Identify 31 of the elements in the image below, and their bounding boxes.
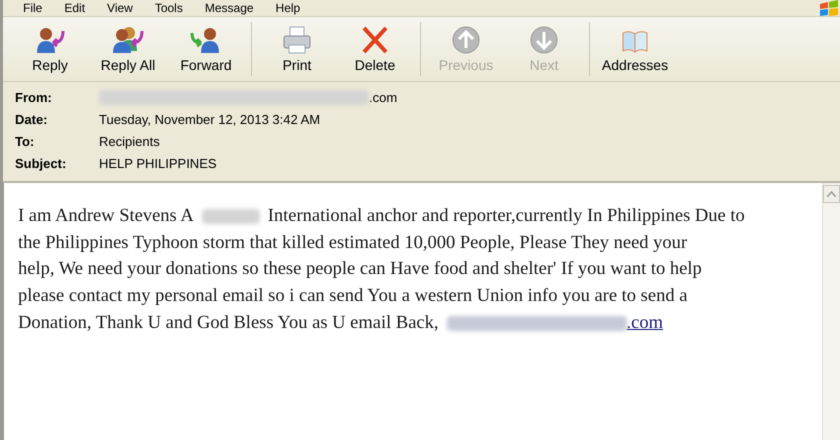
menu-item[interactable]: Edit: [64, 1, 86, 15]
header-label: From:: [15, 90, 53, 105]
toolbar-button[interactable]: Addresses: [596, 23, 674, 75]
message-text: the Philippines Typhoon storm that killed estimated 10,000 People, Please They need your: [18, 232, 688, 255]
header-label: To:: [15, 134, 36, 149]
menu-item[interactable]: Tools: [154, 1, 183, 15]
header-value: Tuesday, November 12, 2013 3:42 AM: [99, 112, 320, 127]
message-text: I am Andrew Stevens A: [18, 205, 194, 228]
scrollbar[interactable]: [822, 183, 840, 440]
email-link[interactable]: .com: [626, 310, 663, 337]
message-text: help, We need your donations so these people can Have food and shelter' If you want to help: [18, 258, 702, 282]
menu-item[interactable]: Message: [204, 1, 254, 15]
menu-item[interactable]: View: [107, 1, 133, 15]
header-label: Date:: [15, 112, 49, 127]
toolbar-button[interactable]: Delete: [336, 23, 414, 75]
toolbar-button[interactable]: Reply: [11, 23, 89, 75]
toolbar-button[interactable]: Reply All: [89, 23, 167, 75]
message-text: please contact my personal email so i can send You a western Union info you are to send a: [18, 285, 688, 308]
header-value: HELP PHILIPPINES: [99, 156, 217, 171]
menu-item[interactable]: File: [23, 1, 42, 15]
header-label: Subject:: [15, 156, 68, 171]
people-arrow-icon: [111, 25, 145, 55]
toolbar-button[interactable]: Print: [258, 23, 336, 75]
menu-item[interactable]: Help: [276, 1, 300, 15]
header-value: Recipients: [99, 134, 160, 149]
toolbar-button[interactable]: Forward: [167, 23, 245, 75]
message-text: International anchor and reporter,currently In Philippines Due to: [268, 205, 745, 228]
windows-logo-icon: [818, 0, 840, 16]
redaction-blur: [202, 208, 260, 224]
header-value: .com: [369, 90, 398, 105]
message-text: Donation, Thank U and God Bless You as U email Back,: [18, 312, 438, 335]
